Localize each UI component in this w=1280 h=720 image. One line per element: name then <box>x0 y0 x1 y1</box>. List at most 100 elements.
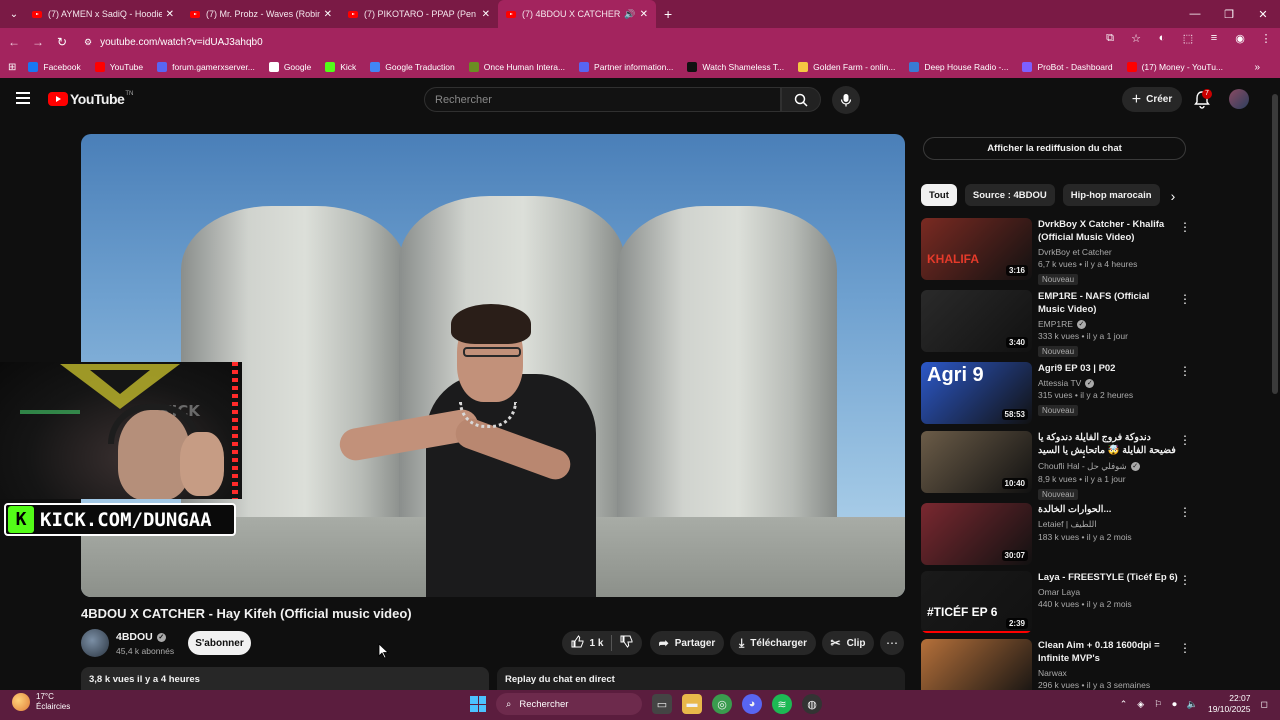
chevron-right-icon[interactable]: › <box>1164 187 1182 205</box>
video-thumbnail[interactable]: Agri 9 58:53 <box>921 362 1032 424</box>
file-explorer-icon[interactable]: ▬ <box>682 694 702 714</box>
media-control-icon[interactable]: ≡ <box>1206 32 1222 45</box>
channel-name[interactable]: 4BDOU <box>116 631 153 643</box>
video-title[interactable]: Clean Aim + 0.18 1600dpi = Infinite MVP'… <box>1038 639 1178 665</box>
extension-icon[interactable]: ◐ <box>1154 32 1170 45</box>
close-tab-icon[interactable]: ✕ <box>640 9 648 20</box>
channel-name[interactable]: Omar Laya <box>1038 587 1080 597</box>
video-title[interactable]: EMP1RE - NAFS (Official Music Video) <box>1038 290 1178 316</box>
reload-icon[interactable]: ↻ <box>50 35 74 49</box>
show-chat-replay-button[interactable]: Afficher la rediffusion du chat <box>923 137 1186 160</box>
channel-name[interactable]: EMP1RE <box>1038 319 1073 329</box>
thumbs-down-icon[interactable] <box>620 635 633 651</box>
bookmark-item[interactable]: YouTube <box>94 62 143 72</box>
chrome-icon[interactable]: ◎ <box>712 694 732 714</box>
minimize-icon[interactable]: — <box>1178 0 1212 28</box>
clip-button[interactable]: ✂ Clip <box>822 631 874 655</box>
bookmark-item[interactable]: Google <box>268 62 311 72</box>
bookmark-item[interactable]: Once Human Intera... <box>468 62 565 72</box>
weather-widget[interactable]: 17°C Éclaircies <box>12 692 70 712</box>
volume-icon[interactable]: 🔈 <box>1187 699 1198 710</box>
tray-app-icon[interactable]: ◈ <box>1137 699 1144 710</box>
channel-avatar[interactable] <box>81 629 109 657</box>
video-options-icon[interactable]: ⋮ <box>1179 505 1191 519</box>
recommended-video[interactable]: KHALIFA 3:16 DvrkBoy X Catcher - Khalifa (… <box>921 218 1193 285</box>
browser-tab[interactable]: (7) AYMEN x SadiQ - Hoodie Ha ✕ <box>24 0 182 28</box>
recommended-video[interactable]: Agri 9 58:53 Agri9 EP 03 | P02 Attessia TV ✓… <box>921 362 1193 426</box>
cast-icon[interactable]: ⧉ <box>1102 32 1118 45</box>
profile-icon[interactable]: ◉ <box>1232 32 1248 45</box>
tab-search-chevron-icon[interactable]: ⌄ <box>4 4 24 24</box>
video-thumbnail[interactable]: 30:07 <box>921 503 1032 565</box>
share-button[interactable]: ➦ Partager <box>650 631 724 655</box>
close-tab-icon[interactable]: ✕ <box>166 9 174 20</box>
bookmark-item[interactable]: (17) Money - YouTu... <box>1126 62 1223 72</box>
system-clock[interactable]: 22:07 19/10/2025 <box>1208 693 1251 715</box>
download-button[interactable]: ⤓ Télécharger <box>730 631 816 655</box>
video-options-icon[interactable]: ⋮ <box>1179 641 1191 655</box>
bookmark-star-icon[interactable]: ☆ <box>1128 32 1144 45</box>
forward-icon[interactable]: → <box>26 35 50 49</box>
youtube-logo[interactable]: YouTube TN <box>48 91 133 107</box>
taskbar-search[interactable]: ⌕ Rechercher <box>496 693 642 715</box>
apps-grid-icon[interactable]: ⊞ <box>8 62 16 73</box>
thumbs-up-icon[interactable] <box>571 635 584 651</box>
video-options-icon[interactable]: ⋮ <box>1179 292 1191 306</box>
video-title[interactable]: دندوكة فروج الفايلة دندوكة يا فضيحة الفا… <box>1038 431 1178 458</box>
channel-name[interactable]: Narwax <box>1038 668 1067 678</box>
new-tab-icon[interactable]: + <box>664 6 672 22</box>
network-icon[interactable]: ⚐ <box>1154 699 1162 710</box>
channel-name-row[interactable]: 4BDOU ✓ <box>116 631 166 643</box>
discord-icon[interactable]: ◕ <box>742 694 762 714</box>
restore-icon[interactable]: ❐ <box>1212 0 1246 28</box>
browser-tab[interactable]: (7) Mr. Probz - Waves (Robin Sc ✕ <box>182 0 340 28</box>
scrollbar-thumb[interactable] <box>1272 94 1278 394</box>
windows-start-icon[interactable] <box>470 696 486 712</box>
recommended-video[interactable]: 30:07 الحوارات الخالدة... Letaief | اللطيف… <box>921 503 1193 567</box>
steam-icon[interactable]: ◍ <box>802 694 822 714</box>
video-options-icon[interactable]: ⋮ <box>1179 573 1191 587</box>
account-avatar[interactable] <box>1229 89 1249 109</box>
recommended-video[interactable]: 3:40 EMP1RE - NAFS (Official Music Video)… <box>921 290 1193 357</box>
channel-name[interactable]: Choufli Hal - شوفلي حل <box>1038 461 1127 472</box>
search-button[interactable] <box>781 87 821 112</box>
video-title[interactable]: الحوارات الخالدة... <box>1038 503 1178 516</box>
browser-tab-active[interactable]: (7) 4BDOU X CATCHER - Ha 🔊 ✕ <box>498 0 656 28</box>
video-title[interactable]: Agri9 EP 03 | P02 <box>1038 362 1178 375</box>
video-thumbnail[interactable]: 3:40 <box>921 290 1032 352</box>
spotify-icon[interactable]: ≋ <box>772 694 792 714</box>
mic-tray-icon[interactable]: ⏺ <box>1172 699 1177 710</box>
bookmark-item[interactable]: ProBot - Dashboard <box>1022 62 1113 72</box>
video-options-icon[interactable]: ⋮ <box>1179 364 1191 378</box>
more-actions-icon[interactable]: ⋯ <box>880 631 904 655</box>
video-title[interactable]: Laya - FREESTYLE (Ticéf Ep 6) <box>1038 571 1178 584</box>
like-count[interactable]: 1 k <box>590 638 604 649</box>
filter-chip[interactable]: Tout <box>921 184 957 206</box>
filter-chip[interactable]: Source : 4BDOU <box>964 184 1055 206</box>
channel-name[interactable]: DvrkBoy et Catcher <box>1038 247 1112 257</box>
menu-hamburger-icon[interactable] <box>16 92 30 107</box>
video-thumbnail[interactable]: KHALIFA 3:16 <box>921 218 1032 280</box>
video-thumbnail[interactable]: 10:40 <box>921 431 1032 493</box>
browser-menu-icon[interactable]: ⋮ <box>1258 32 1274 45</box>
video-title[interactable]: DvrkBoy X Catcher - Khalifa (Official Mu… <box>1038 218 1178 244</box>
bookmark-item[interactable]: Kick <box>325 62 356 72</box>
site-info-icon[interactable]: ⚙ <box>84 37 92 48</box>
voice-search-button[interactable] <box>832 86 860 114</box>
video-options-icon[interactable]: ⋮ <box>1179 220 1191 234</box>
bookmark-item[interactable]: Watch Shameless T... <box>687 62 784 72</box>
close-tab-icon[interactable]: ✕ <box>324 9 332 20</box>
back-icon[interactable]: ← <box>2 35 26 49</box>
recommended-video[interactable]: #TICÉF EP 6 2:39 Laya - FREESTYLE (Ticéf E… <box>921 571 1193 635</box>
browser-tab[interactable]: (7) PIKOTARO - PPAP (Pen Pine ✕ <box>340 0 498 28</box>
url-field[interactable]: ⚙ youtube.com/watch?v=idUAJ3ahqb0 <box>84 37 263 48</box>
video-options-icon[interactable]: ⋮ <box>1179 433 1191 447</box>
tray-chevron-icon[interactable]: ⌃ <box>1120 699 1128 710</box>
bookmark-item[interactable]: forum.gamerxserver... <box>157 62 255 72</box>
create-button[interactable]: + Créer <box>1122 87 1182 112</box>
page-scrollbar[interactable] <box>1270 78 1280 690</box>
filter-chip[interactable]: Hip-hop marocain <box>1062 184 1160 206</box>
extensions-puzzle-icon[interactable]: ⬚ <box>1180 32 1196 45</box>
more-bookmarks-icon[interactable]: » <box>1254 62 1260 73</box>
channel-name[interactable]: Attessia TV <box>1038 378 1081 388</box>
